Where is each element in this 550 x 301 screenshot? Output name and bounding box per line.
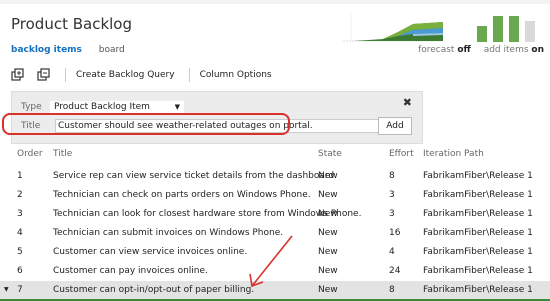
toolbar-separator [188, 68, 190, 82]
forecast-toggle[interactable]: off [457, 45, 470, 55]
row-iteration-path: FabrikamFiber\Release 1 [423, 171, 533, 181]
row-effort: 8 [389, 171, 395, 181]
row-state: New [318, 171, 338, 181]
row-iteration-path: FabrikamFiber\Release 1 [423, 209, 533, 219]
tab-board[interactable]: board [99, 45, 125, 55]
row-order: 7 [17, 285, 23, 295]
row-order: 4 [17, 228, 23, 238]
row-title: Technician can look for closest hardware… [53, 209, 362, 219]
row-effort: 16 [389, 228, 401, 238]
row-iteration-path: FabrikamFiber\Release 1 [423, 266, 533, 276]
toolbar-separator [65, 68, 66, 82]
column-header-state[interactable]: State [318, 148, 342, 160]
row-iteration-path: FabrikamFiber\Release 1 [423, 190, 533, 200]
page-title: Product Backlog [11, 15, 133, 33]
row-state: New [318, 285, 338, 295]
cumulative-flow-minichart[interactable] [343, 12, 443, 42]
type-label: Type [21, 102, 42, 112]
row-order: 2 [17, 190, 23, 200]
row-order: 1 [17, 171, 23, 181]
row-title: Customer can pay invoices online. [53, 266, 208, 276]
expand-all-icon[interactable] [11, 68, 25, 82]
row-effort: 24 [389, 266, 401, 276]
grid-header: Order Title State Effort Iteration Path [0, 148, 550, 167]
row-iteration-path: FabrikamFiber\Release 1 [423, 285, 533, 295]
row-title: Service rep can view service ticket deta… [53, 171, 335, 181]
row-state: New [318, 190, 338, 200]
column-header-order[interactable]: Order [17, 148, 43, 160]
add-items-toggle[interactable]: on [531, 45, 544, 55]
row-title: Customer can opt-in/opt-out of paper bil… [53, 285, 255, 295]
row-effort: 3 [389, 209, 395, 219]
forecast-label: forecast [418, 45, 455, 55]
top-strip [0, 0, 550, 4]
tab-backlog-items[interactable]: backlog items [11, 45, 82, 55]
title-highlight-callout [2, 113, 290, 135]
row-effort: 8 [389, 285, 395, 295]
work-item-type-select[interactable]: Product Backlog Item ▼ [49, 100, 185, 114]
column-header-iteration-path[interactable]: Iteration Path [423, 148, 484, 160]
create-backlog-query-button[interactable]: Create Backlog Query [76, 70, 175, 80]
row-iteration-path: FabrikamFiber\Release 1 [423, 228, 533, 238]
add-items-label: add items [483, 45, 529, 55]
row-iteration-path: FabrikamFiber\Release 1 [423, 247, 533, 257]
table-row[interactable]: 3 Technician can look for closest hardwa… [0, 205, 550, 224]
chevron-down-icon: ▼ [174, 103, 180, 111]
table-row[interactable]: 1 Service rep can view service ticket de… [0, 167, 550, 186]
row-state: New [318, 247, 338, 257]
column-header-effort[interactable]: Effort [389, 148, 414, 160]
row-order: 3 [17, 209, 23, 219]
row-order: 6 [17, 266, 23, 276]
row-effort: 3 [389, 190, 395, 200]
row-order: 5 [17, 247, 23, 257]
table-row[interactable]: 2 Technician can check on parts orders o… [0, 186, 550, 205]
row-state: New [318, 266, 338, 276]
row-title: Customer can view service invoices onlin… [53, 247, 248, 257]
row-effort: 4 [389, 247, 395, 257]
row-state: New [318, 209, 338, 219]
type-selected-value: Product Backlog Item [54, 102, 150, 112]
row-caret-icon: ▼ [4, 286, 9, 293]
row-state: New [318, 228, 338, 238]
collapse-all-icon[interactable] [37, 68, 51, 82]
column-options-button[interactable]: Column Options [200, 70, 272, 80]
add-button[interactable]: Add [378, 117, 412, 135]
velocity-minichart[interactable] [475, 12, 545, 42]
close-icon[interactable]: ✖ [403, 96, 412, 109]
row-title: Technician can check on parts orders on … [53, 190, 311, 200]
column-header-title[interactable]: Title [53, 148, 72, 160]
annotation-arrow [249, 235, 293, 288]
